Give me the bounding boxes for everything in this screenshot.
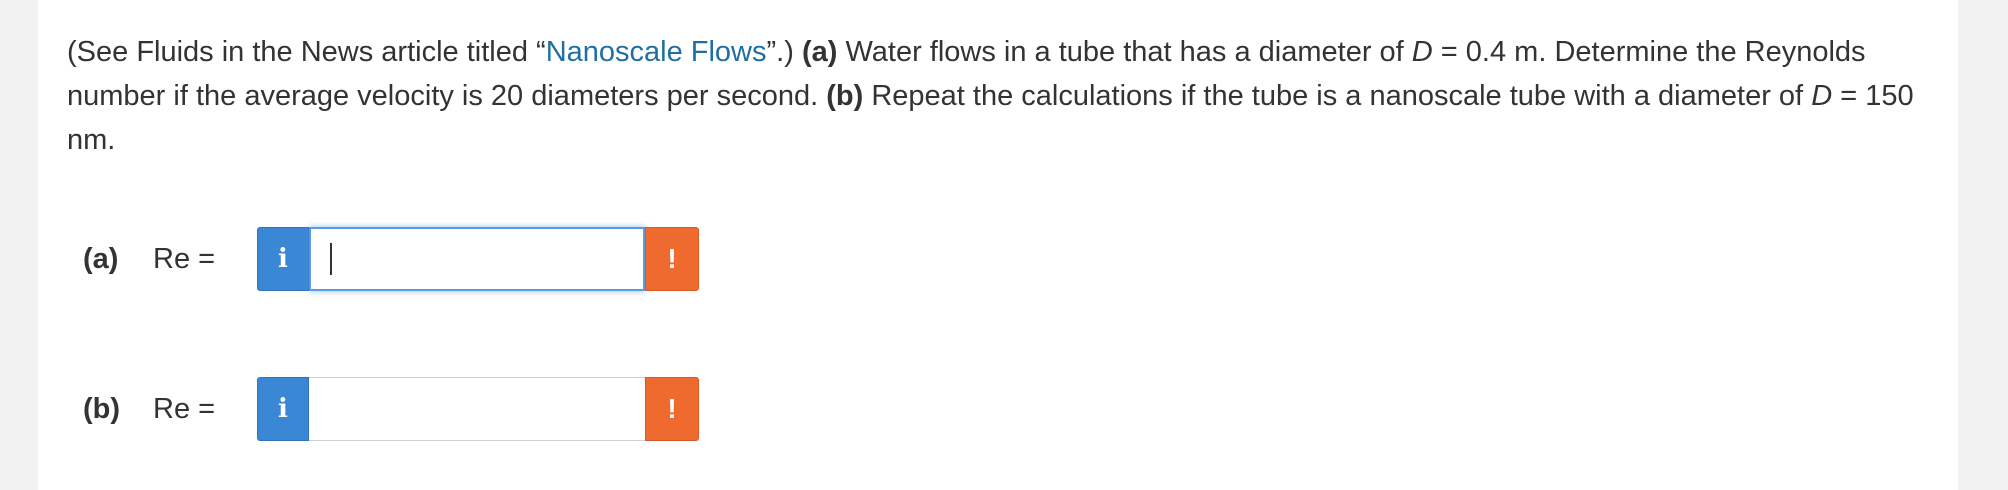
info-icon[interactable]: i <box>257 227 309 291</box>
answer-row-a: (a) Re = i ! <box>83 227 699 291</box>
alert-icon[interactable]: ! <box>645 377 699 441</box>
part-a-text-1: Water flows in a tube that has a diamete… <box>837 36 1412 68</box>
answer-part-label: (b) <box>83 392 121 425</box>
diameter-variable-b: D <box>1811 80 1833 112</box>
part-a-marker: (a) <box>801 36 838 68</box>
answer-input-b[interactable] <box>309 377 645 441</box>
answer-equation-label: Re = <box>153 392 216 425</box>
question-prefix: (See Fluids in the News article titled “ <box>67 36 546 68</box>
answer-input-a[interactable] <box>309 227 645 291</box>
question-after-link: ”.) <box>766 36 802 68</box>
question-text: (See Fluids in the News article titled “… <box>67 30 1947 162</box>
nanoscale-flows-link[interactable]: Nanoscale Flows <box>546 36 767 68</box>
text-cursor <box>330 243 332 275</box>
part-b-marker: (b) <box>826 80 864 112</box>
info-icon[interactable]: i <box>257 377 309 441</box>
diameter-variable: D <box>1411 36 1433 68</box>
answer-row-b: (b) Re = i ! <box>83 377 699 441</box>
answer-part-label: (a) <box>83 242 119 275</box>
answer-equation-label: Re = <box>153 242 216 275</box>
alert-icon[interactable]: ! <box>645 227 699 291</box>
question-card: (See Fluids in the News article titled “… <box>38 0 1958 490</box>
part-b-text-1: Repeat the calculations if the tube is a… <box>863 80 1812 112</box>
